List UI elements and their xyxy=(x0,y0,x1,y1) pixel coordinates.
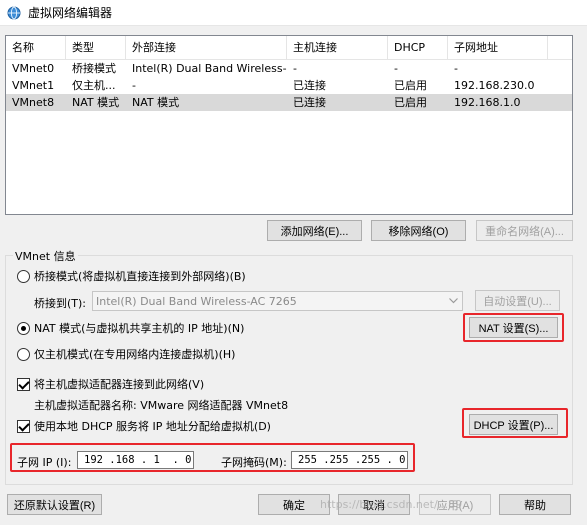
use-dhcp-label: 使用本地 DHCP 服务将 IP 地址分配给虚拟机(D) xyxy=(34,420,271,433)
row-dhcp: 已启用 xyxy=(394,96,427,109)
bridged-to-select[interactable]: Intel(R) Dual Band Wireless-AC 7265 xyxy=(92,291,463,311)
restore-defaults-button[interactable]: 还原默认设置(R) xyxy=(7,494,102,515)
row-dhcp: 已启用 xyxy=(394,79,427,92)
row-external: Intel(R) Dual Band Wireless-... xyxy=(132,62,287,75)
bridged-to-value: Intel(R) Dual Band Wireless-AC 7265 xyxy=(96,294,297,308)
highlight-box-nat xyxy=(463,313,564,342)
connect-adapter-checkbox[interactable] xyxy=(17,377,30,391)
use-dhcp-checkbox[interactable] xyxy=(17,419,30,433)
network-list-header: 名称 类型 外部连接 主机连接 DHCP 子网地址 xyxy=(6,36,572,60)
nat-mode-label: NAT 模式(与虚拟机共享主机的 IP 地址)(N) xyxy=(34,322,245,335)
host-only-option[interactable]: 仅主机模式(在专用网络内连接虚拟机)(H) xyxy=(17,346,235,362)
title-bar: 虚拟网络编辑器 xyxy=(0,0,587,26)
rename-network-button[interactable]: 重命名网络(A)... xyxy=(476,220,573,241)
row-host: - xyxy=(293,62,297,75)
nat-mode-option[interactable]: NAT 模式(与虚拟机共享主机的 IP 地址)(N) xyxy=(17,320,244,336)
window-title: 虚拟网络编辑器 xyxy=(28,6,113,20)
remove-network-button[interactable]: 移除网络(O) xyxy=(371,220,466,241)
row-external: - xyxy=(132,79,136,92)
bridged-mode-label: 桥接模式(将虚拟机直接连接到外部网络)(B) xyxy=(34,270,246,283)
row-name: VMnet8 xyxy=(12,96,55,109)
row-host: 已连接 xyxy=(293,96,326,109)
host-only-label: 仅主机模式(在专用网络内连接虚拟机)(H) xyxy=(34,348,236,361)
row-subnet: - xyxy=(454,62,458,75)
row-subnet: 192.168.230.0 xyxy=(454,79,535,92)
chevron-down-icon xyxy=(445,292,462,310)
row-dhcp: - xyxy=(394,62,398,75)
network-row-vmnet8[interactable]: VMnet8 NAT 模式 NAT 模式 已连接 已启用 192.168.1.0 xyxy=(6,94,572,111)
bridged-mode-option[interactable]: 桥接模式(将虚拟机直接连接到外部网络)(B) xyxy=(17,268,246,284)
network-row-vmnet0[interactable]: VMnet0 桥接模式 Intel(R) Dual Band Wireless-… xyxy=(6,60,572,77)
host-only-radio[interactable] xyxy=(17,347,30,361)
bridged-mode-radio[interactable] xyxy=(17,269,30,283)
highlight-box-subnet xyxy=(10,443,415,472)
connect-adapter-option[interactable]: 将主机虚拟适配器连接到此网络(V) xyxy=(17,376,204,392)
row-name: VMnet1 xyxy=(12,79,55,92)
row-host: 已连接 xyxy=(293,79,326,92)
connect-adapter-label: 将主机虚拟适配器连接到此网络(V) xyxy=(34,378,205,391)
network-globe-icon xyxy=(6,5,22,21)
row-subnet: 192.168.1.0 xyxy=(454,96,521,109)
column-header-external[interactable]: 外部连接 xyxy=(126,36,287,60)
adapter-name-text: 主机虚拟适配器名称: VMware 网络适配器 VMnet8 xyxy=(34,399,289,412)
network-row-vmnet1[interactable]: VMnet1 仅主机... - 已连接 已启用 192.168.230.0 xyxy=(6,77,572,94)
use-dhcp-option[interactable]: 使用本地 DHCP 服务将 IP 地址分配给虚拟机(D) xyxy=(17,418,271,434)
vmnet-info-title: VMnet 信息 xyxy=(13,248,78,264)
column-header-name[interactable]: 名称 xyxy=(6,36,66,60)
column-header-type[interactable]: 类型 xyxy=(66,36,126,60)
highlight-box-dhcp xyxy=(462,408,568,438)
bridged-to-label: 桥接到(T): xyxy=(34,297,87,310)
watermark-text: https://blog.csdn.net/...89 xyxy=(320,498,463,511)
row-type: 桥接模式 xyxy=(72,62,116,75)
row-name: VMnet0 xyxy=(12,62,55,75)
row-type: NAT 模式 xyxy=(72,96,120,109)
column-header-subnet[interactable]: 子网地址 xyxy=(448,36,548,60)
row-external: NAT 模式 xyxy=(132,96,180,109)
auto-settings-button[interactable]: 自动设置(U)... xyxy=(475,290,560,311)
help-button[interactable]: 帮助 xyxy=(499,494,571,515)
column-header-dhcp[interactable]: DHCP xyxy=(388,36,448,60)
column-header-host[interactable]: 主机连接 xyxy=(287,36,388,60)
add-network-button[interactable]: 添加网络(E)... xyxy=(267,220,362,241)
network-list[interactable]: 名称 类型 外部连接 主机连接 DHCP 子网地址 VMnet0 桥接模式 In… xyxy=(5,35,573,215)
row-type: 仅主机... xyxy=(72,79,116,92)
nat-mode-radio[interactable] xyxy=(17,321,30,335)
